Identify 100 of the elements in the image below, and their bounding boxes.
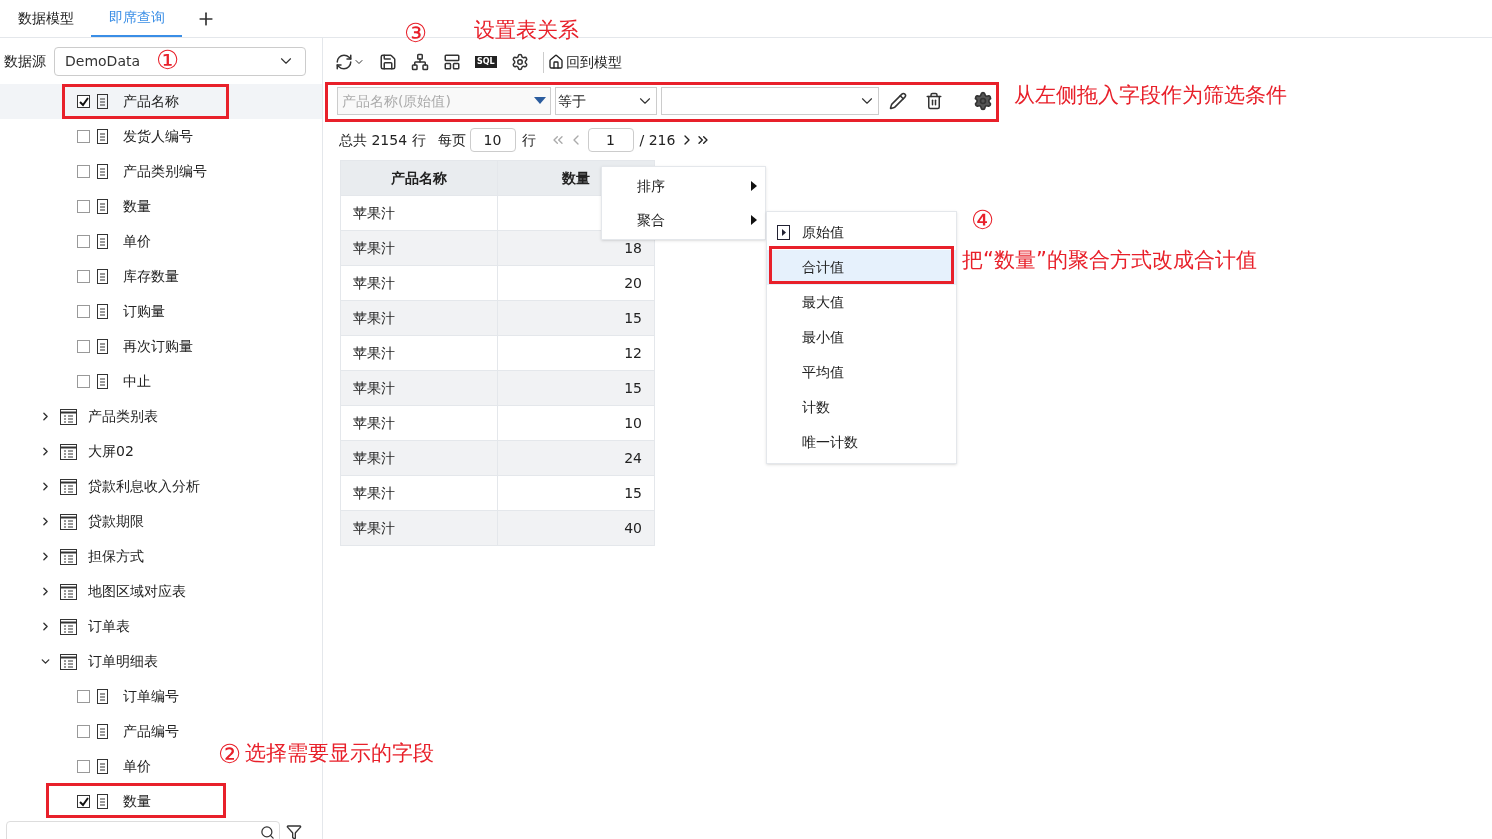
menu-item[interactable]: 最大值 bbox=[767, 285, 956, 320]
tree-item[interactable]: 大屏02 bbox=[0, 434, 322, 469]
relations-button[interactable] bbox=[411, 53, 429, 71]
table-icon bbox=[60, 408, 77, 425]
rows-unit: 行 bbox=[521, 130, 536, 150]
document-icon bbox=[97, 689, 108, 704]
table-label: 订单明细表 bbox=[88, 652, 158, 671]
table-cell: 苹果汁 bbox=[340, 440, 498, 476]
table-cell: 苹果汁 bbox=[340, 335, 498, 371]
checkbox[interactable] bbox=[77, 690, 90, 703]
tree-item[interactable]: 担保方式 bbox=[0, 539, 322, 574]
checkbox[interactable] bbox=[77, 200, 90, 213]
menu-item[interactable]: 平均值 bbox=[767, 355, 956, 390]
table-cell: 15 bbox=[497, 475, 655, 511]
document-icon bbox=[97, 794, 108, 809]
checkbox[interactable] bbox=[77, 305, 90, 318]
tree-item[interactable]: 数量 bbox=[0, 784, 157, 819]
settings-icon bbox=[510, 53, 529, 71]
table-icon bbox=[60, 513, 77, 530]
delete-button[interactable] bbox=[925, 92, 943, 110]
table-icon bbox=[60, 443, 77, 460]
search-icon bbox=[260, 825, 275, 839]
tree-item[interactable]: 贷款利息收入分析 bbox=[0, 469, 322, 504]
field-label: 单价 bbox=[123, 232, 151, 251]
layout-button[interactable] bbox=[443, 53, 461, 71]
tree-item[interactable]: 发货人编号 bbox=[0, 119, 199, 154]
hierarchy-icon bbox=[411, 53, 429, 71]
table-cell: 20 bbox=[497, 265, 655, 301]
tree-item[interactable]: 库存数量 bbox=[0, 259, 185, 294]
checkbox[interactable] bbox=[77, 130, 90, 143]
table-icon bbox=[60, 618, 77, 635]
refresh-button[interactable] bbox=[335, 53, 365, 71]
tree-item[interactable]: 再次订购量 bbox=[0, 329, 199, 364]
save-button[interactable] bbox=[379, 53, 397, 71]
settings-button[interactable] bbox=[973, 91, 993, 111]
sql-button[interactable]: SQL bbox=[475, 56, 497, 68]
tree-item[interactable]: 产品类别编号 bbox=[0, 154, 213, 189]
annotation-text: 把“数量”的聚合方式改成合计值 bbox=[962, 247, 1257, 274]
field-label: 订单编号 bbox=[123, 687, 179, 706]
annotation-text: 从左侧拖入字段作为筛选条件 bbox=[1014, 82, 1287, 109]
tree-item[interactable]: 中止 bbox=[0, 364, 157, 399]
document-icon bbox=[97, 304, 108, 319]
table-label: 大屏02 bbox=[88, 442, 134, 461]
step-number: ③ bbox=[404, 20, 428, 46]
field-label: 产品名称 bbox=[123, 92, 179, 111]
document-icon bbox=[97, 339, 108, 354]
menu-item[interactable]: 原始值 bbox=[767, 215, 956, 250]
checkbox[interactable] bbox=[77, 795, 90, 808]
operator-select[interactable]: 等于 bbox=[555, 87, 657, 115]
tree-item[interactable]: 订单编号 bbox=[0, 679, 185, 714]
menu-item[interactable]: 最小值 bbox=[767, 320, 956, 355]
table-label: 贷款利息收入分析 bbox=[88, 477, 200, 496]
tab[interactable]: 即席查询 bbox=[91, 0, 182, 37]
trash-icon bbox=[925, 92, 943, 110]
checkbox[interactable] bbox=[77, 95, 90, 108]
document-icon bbox=[97, 164, 108, 179]
current-indicator-icon bbox=[777, 225, 790, 240]
per-page-field[interactable]: 10 bbox=[469, 128, 516, 152]
tree-item[interactable]: 地图区域对应表 bbox=[0, 574, 322, 609]
document-icon bbox=[97, 199, 108, 214]
tree-item[interactable]: 单价 bbox=[0, 749, 157, 784]
tree-item[interactable]: 产品类别表 bbox=[0, 399, 322, 434]
menu-item[interactable]: 合计值 bbox=[767, 250, 956, 285]
table-cell: 15 bbox=[497, 300, 655, 336]
checkbox[interactable] bbox=[77, 725, 90, 738]
step-number: ④ bbox=[971, 207, 995, 233]
table-cell: 24 bbox=[497, 440, 655, 476]
tree-item[interactable]: 数量 bbox=[0, 189, 157, 224]
checkbox[interactable] bbox=[77, 760, 90, 773]
caret-right-icon bbox=[751, 181, 757, 191]
tree-item[interactable]: 产品编号 bbox=[0, 714, 185, 749]
column-header[interactable]: 产品名称 bbox=[340, 160, 498, 196]
tree-item[interactable]: 单价 bbox=[0, 224, 157, 259]
settings-button[interactable] bbox=[510, 53, 529, 71]
layout-icon bbox=[443, 53, 461, 71]
menu-item[interactable]: 计数 bbox=[767, 390, 956, 425]
checkbox[interactable] bbox=[77, 340, 90, 353]
tree-item[interactable]: 贷款期限 bbox=[0, 504, 322, 539]
checkbox[interactable] bbox=[77, 235, 90, 248]
edit-button[interactable] bbox=[889, 92, 907, 110]
table-cell: 苹果汁 bbox=[340, 230, 498, 266]
checkbox[interactable] bbox=[77, 375, 90, 388]
tree-item[interactable]: 订单表 bbox=[0, 609, 322, 644]
menu-item[interactable]: 唯一计数 bbox=[767, 425, 956, 460]
document-icon bbox=[97, 94, 108, 109]
step-number: ① bbox=[156, 47, 180, 73]
checkbox[interactable] bbox=[77, 270, 90, 283]
table-cell: 苹果汁 bbox=[340, 265, 498, 301]
tree-item[interactable]: 订单明细表 bbox=[0, 644, 322, 679]
table-label: 担保方式 bbox=[88, 547, 144, 566]
tree-item[interactable]: 订购量 bbox=[0, 294, 171, 329]
page-count: / 216 bbox=[639, 130, 676, 150]
per-page-label: 每页 bbox=[437, 130, 466, 150]
checkbox[interactable] bbox=[77, 165, 90, 178]
table-cell: 苹果汁 bbox=[340, 195, 498, 231]
page-field[interactable]: 1 bbox=[587, 128, 634, 152]
tab[interactable]: 数据模型 bbox=[0, 0, 91, 37]
back-button[interactable]: 回到模型 bbox=[542, 51, 622, 73]
value-select[interactable] bbox=[661, 87, 879, 115]
caret-down-icon bbox=[534, 97, 546, 105]
